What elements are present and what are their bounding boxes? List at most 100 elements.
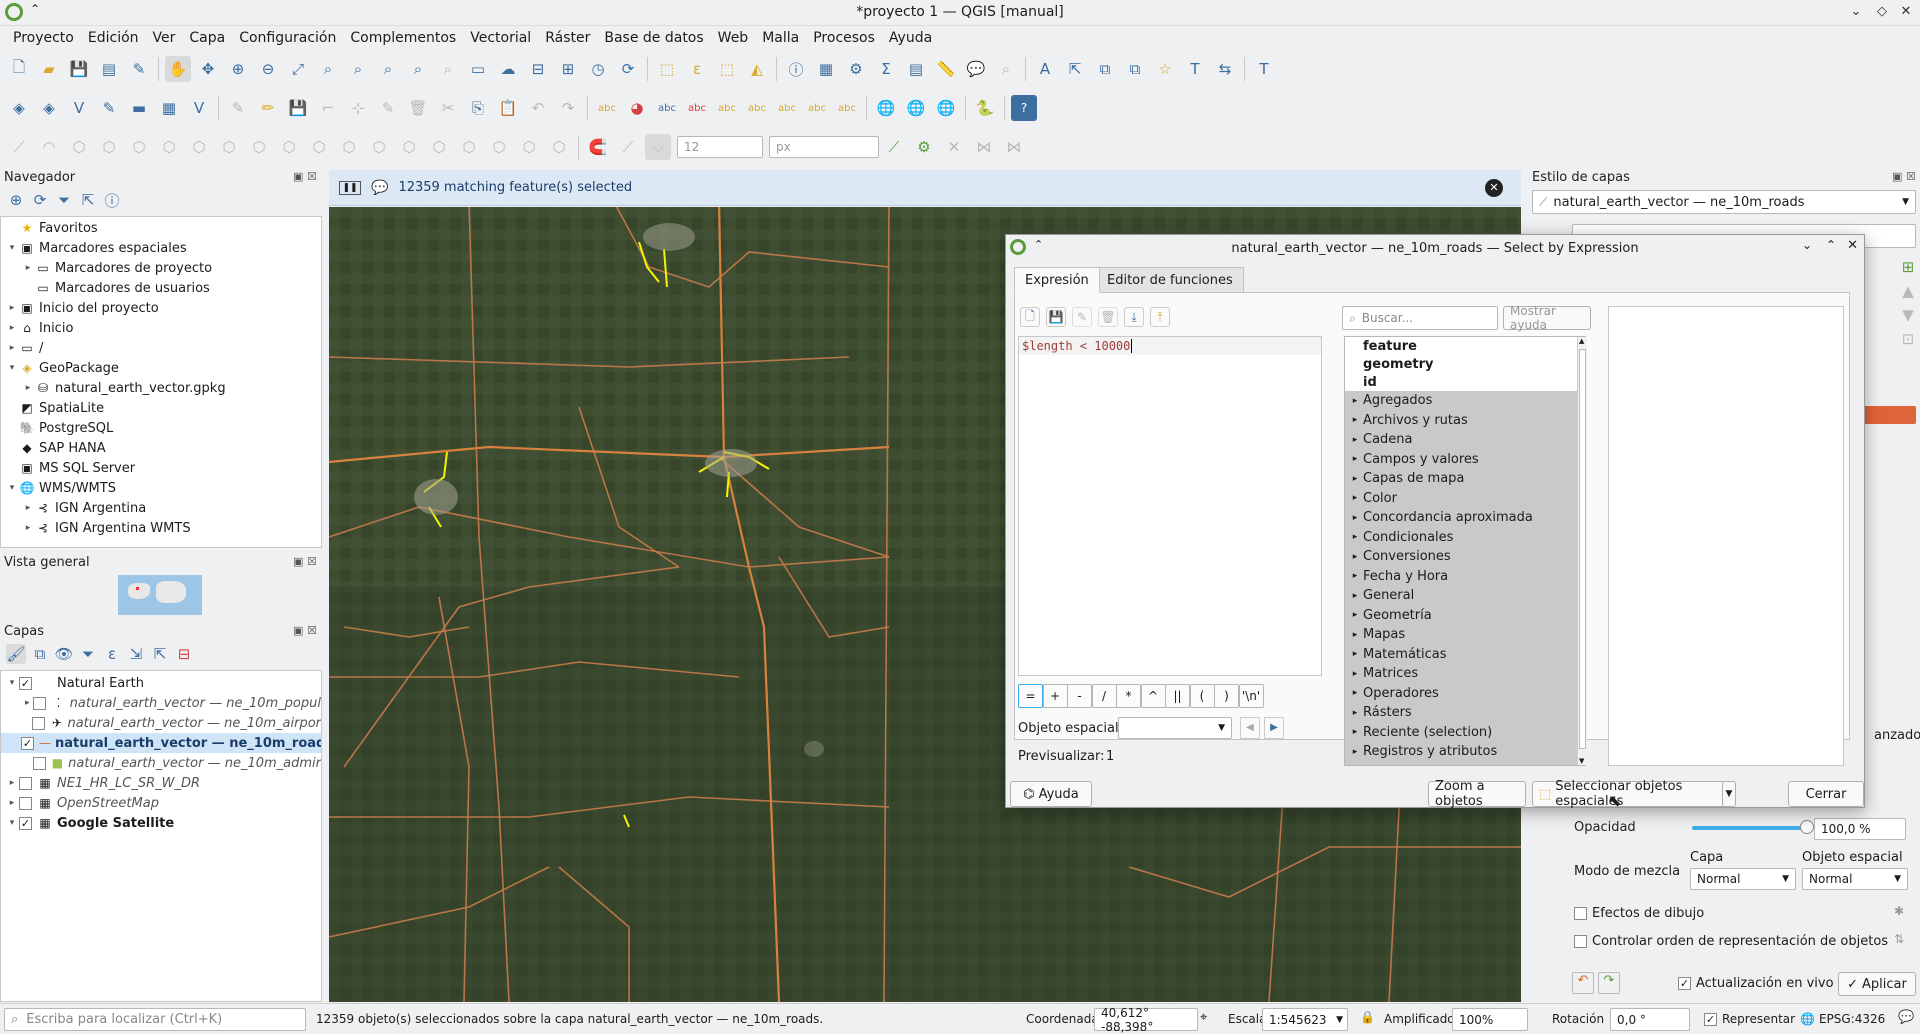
expand-arrow-icon[interactable]: ▸	[1347, 688, 1363, 698]
merge-features-icon[interactable]: ⬡	[426, 134, 452, 160]
save-icon[interactable]: 💾	[1046, 307, 1066, 327]
snap-mode-icon[interactable]: ⟋	[615, 134, 641, 160]
label-abc-icon[interactable]: abc	[594, 95, 620, 121]
function-group[interactable]: ▸ Campos y valores	[1345, 450, 1585, 470]
show-help-button[interactable]: Mostrar ayuda	[1503, 304, 1591, 332]
delete-ring-icon[interactable]: ⬡	[246, 134, 272, 160]
blend-layer-select[interactable]: Normal ▼	[1690, 868, 1796, 890]
select-features-dropdown[interactable]: ▼	[1722, 781, 1736, 807]
cut-icon[interactable]: ✂	[435, 95, 461, 121]
function-group[interactable]: ▸ Geometría	[1345, 606, 1585, 626]
close-panel-icon[interactable]: ☒	[307, 555, 317, 568]
layer-visibility-checkbox[interactable]: ✓	[21, 736, 34, 750]
expand-arrow-icon[interactable]: ▸	[1347, 552, 1363, 562]
scroll-thumb[interactable]	[1579, 349, 1586, 749]
add-vector-icon[interactable]: V	[66, 95, 92, 121]
select-features-icon[interactable]: ⬚	[654, 56, 680, 82]
expand-arrow-icon[interactable]: ▸	[1347, 649, 1363, 659]
function-item[interactable]: geometry	[1345, 355, 1585, 373]
operator-button[interactable]: '\n'	[1238, 684, 1264, 708]
close-panel-icon[interactable]: ☒	[307, 624, 317, 637]
layer-item[interactable]: ✓ — natural_earth_vector — ne_10m_road	[1, 733, 321, 753]
navigator-item[interactable]: ▸ ▭ /	[1, 338, 321, 358]
expand-arrow-icon[interactable]: ▸	[21, 503, 35, 513]
pause-icon[interactable]: ❚❚	[339, 180, 361, 195]
delete-part-icon[interactable]: ⬡	[276, 134, 302, 160]
function-item[interactable]: feature	[1345, 337, 1585, 355]
expand-arrow-icon[interactable]: ▸	[21, 523, 35, 533]
zoom-to-features-button[interactable]: Zoom a objetos	[1428, 779, 1526, 809]
expand-arrow-icon[interactable]: ▾	[5, 818, 19, 828]
close-icon[interactable]: ✕	[1896, 2, 1916, 22]
expand-arrow-icon[interactable]: ▸	[1347, 630, 1363, 640]
favorite-icon[interactable]: ☆	[1152, 56, 1178, 82]
pin-diagram-icon[interactable]: abc	[714, 95, 740, 121]
python-console-icon[interactable]: 🐍	[972, 95, 998, 121]
menu-item-base-de-datos[interactable]: Base de datos	[597, 30, 710, 46]
magnifier-input[interactable]: 100%	[1452, 1008, 1528, 1031]
add-raster-icon[interactable]: ✎	[96, 95, 122, 121]
navigator-item[interactable]: ▸ ⊰ IGN Argentina WMTS	[1, 518, 321, 538]
diagram-icon[interactable]: ◕	[624, 95, 650, 121]
show-bookmarks-icon[interactable]: ⊞	[555, 56, 581, 82]
menu-item-web[interactable]: Web	[711, 30, 756, 46]
new-print-layout-icon[interactable]: ▤	[96, 56, 122, 82]
function-group[interactable]: ▸ Concordancia aproximada	[1345, 508, 1585, 528]
layer-item[interactable]: ▸ ⁚ natural_earth_vector — ne_10m_popul	[1, 693, 321, 713]
operator-button[interactable]: +	[1042, 684, 1068, 708]
filter-legend-icon[interactable]: ⏷	[78, 644, 98, 664]
close-button[interactable]: Cerrar	[1788, 781, 1864, 807]
function-group[interactable]: ▸ Reciente (selection)	[1345, 723, 1585, 743]
layer-item[interactable]: ■ natural_earth_vector — ne_10m_admir	[1, 753, 321, 773]
expand-arrow-icon[interactable]: ▸	[1347, 708, 1363, 718]
expand-arrow-icon[interactable]: ▸	[1347, 571, 1363, 581]
add-virtual-icon[interactable]: ▬	[126, 95, 152, 121]
layer-styling-icon[interactable]: 🖌	[6, 644, 26, 664]
add-wms-icon[interactable]: ▦	[156, 95, 182, 121]
add-part-icon[interactable]: ⬡	[186, 134, 212, 160]
layer-item[interactable]: ▾ ✓ ▦ Google Satellite	[1, 813, 321, 833]
text-format-icon[interactable]: T	[1251, 56, 1277, 82]
expand-arrow-icon[interactable]: ▸	[21, 263, 35, 273]
previous-feature-icon[interactable]: ◀	[1240, 717, 1260, 739]
expand-arrow-icon[interactable]: ▾	[5, 483, 19, 493]
navigator-item[interactable]: ★ Favoritos	[1, 218, 321, 238]
select-by-expression-icon[interactable]: ε	[684, 56, 710, 82]
data-source-manager-icon[interactable]: ◈	[6, 95, 32, 121]
simplify-icon[interactable]: ⬡	[126, 134, 152, 160]
digitize-icon[interactable]: ⧉	[1092, 56, 1118, 82]
order-settings-icon[interactable]: ⇅	[1894, 932, 1904, 946]
layer-item[interactable]: ✈ natural_earth_vector — ne_10m_airpor	[1, 713, 321, 733]
refresh-icon[interactable]: ⟳	[615, 56, 641, 82]
layer-select[interactable]: ⟋ natural_earth_vector — ne_10m_roads ▼	[1532, 190, 1916, 214]
intersection-icon[interactable]: ⋈	[971, 134, 997, 160]
expand-arrow-icon[interactable]: ▾	[5, 363, 19, 373]
function-group[interactable]: ▸ Matrices	[1345, 664, 1585, 684]
function-group[interactable]: ▸Sensors	[1345, 762, 1585, 765]
navigator-item[interactable]: ▸ ⛁ natural_earth_vector.gpkg	[1, 378, 321, 398]
label-tool-icon[interactable]: A	[1032, 56, 1058, 82]
attribute-table-icon[interactable]: ▦	[813, 56, 839, 82]
undo-icon[interactable]: ↶	[525, 95, 551, 121]
coordinate-toggle-icon[interactable]: ⌖	[1200, 1010, 1207, 1025]
offset-curve-icon[interactable]: ⬡	[336, 134, 362, 160]
globe-plugin-icon[interactable]: 🌐	[873, 95, 899, 121]
menu-item-vectorial[interactable]: Vectorial	[463, 30, 538, 46]
operator-button[interactable]: *	[1116, 684, 1141, 708]
copy-icon[interactable]: ⎘	[465, 95, 491, 121]
navigator-item[interactable]: ▸ ⌂ Inicio	[1, 318, 321, 338]
help-button[interactable]: ⌬ Ayuda	[1010, 781, 1092, 807]
close-icon[interactable]: ✕	[1847, 238, 1858, 253]
function-group[interactable]: ▸ General	[1345, 586, 1585, 606]
navigator-item[interactable]: ◩ SpatiaLite	[1, 398, 321, 418]
add-selected-icon[interactable]: ⊕	[6, 190, 26, 210]
select-location-icon[interactable]: ◭	[744, 56, 770, 82]
navigator-item[interactable]: ▭ Marcadores de usuarios	[1, 278, 321, 298]
rotate-point-icon[interactable]: ⬡	[486, 134, 512, 160]
identify-icon[interactable]: ⓘ	[783, 56, 809, 82]
select-features-button[interactable]: ⬚ Seleccionar objetos espaciales	[1532, 779, 1726, 809]
navigator-item[interactable]: ▸ ⊰ IGN Argentina	[1, 498, 321, 518]
refresh-icon[interactable]: ⟳	[30, 190, 50, 210]
reverse-line-icon[interactable]: ⬡	[516, 134, 542, 160]
next-feature-icon[interactable]: ▶	[1264, 717, 1284, 739]
